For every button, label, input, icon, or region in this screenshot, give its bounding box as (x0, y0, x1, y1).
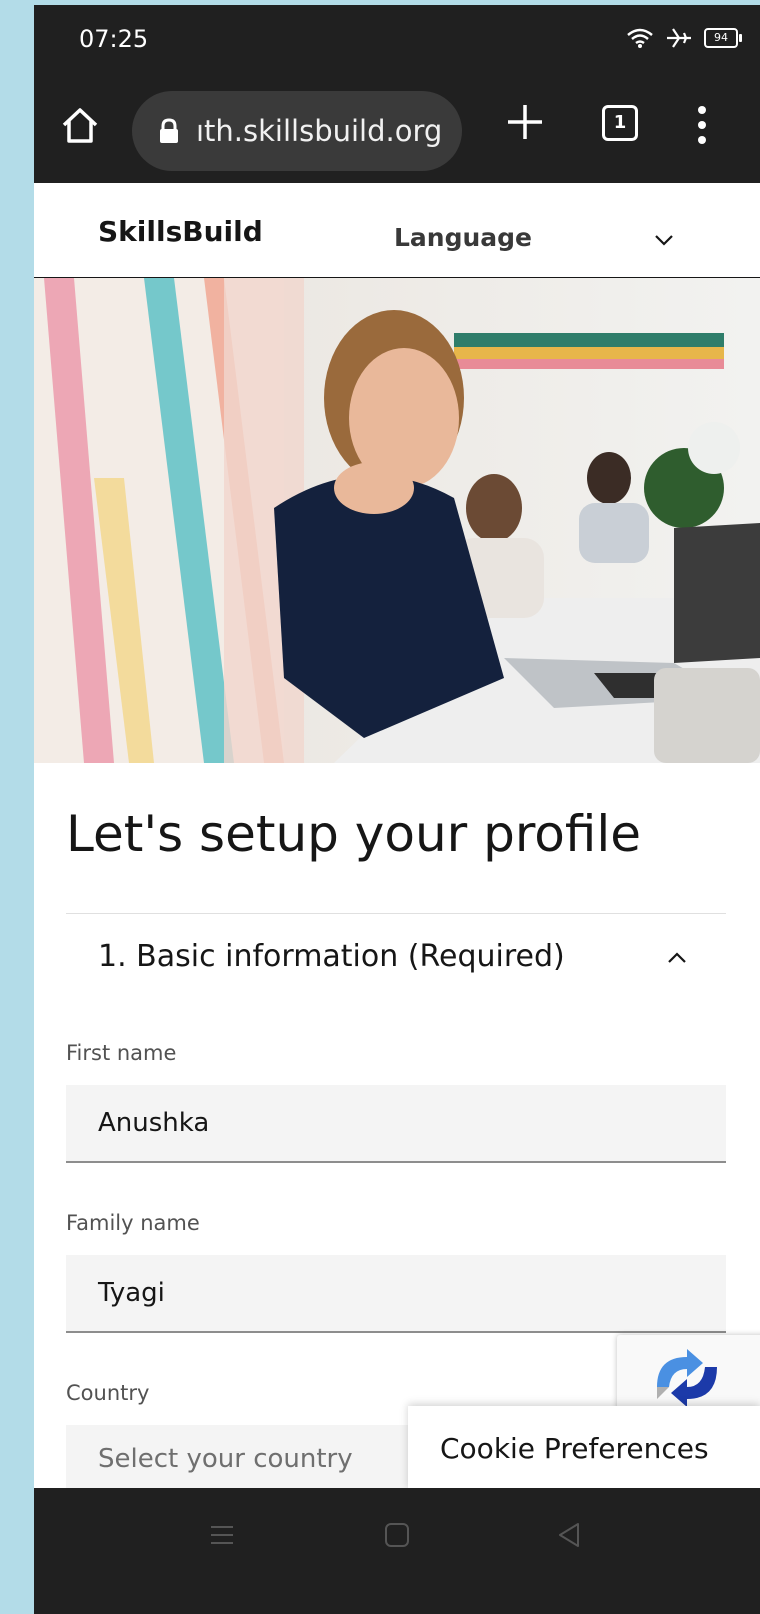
phone-screen: 07:25 94 ıth.skillsbuild.org 1 SkillsBui… (34, 5, 760, 1614)
status-bar: 07:25 94 (34, 5, 760, 75)
tab-switcher-button[interactable]: 1 (602, 105, 638, 141)
section-basic-info-toggle[interactable]: 1. Basic information (Required) (98, 939, 565, 974)
status-time: 07:25 (79, 25, 149, 53)
office-photo (34, 278, 760, 763)
recaptcha-badge[interactable] (617, 1335, 760, 1411)
home-button-icon[interactable] (382, 1520, 412, 1550)
language-selector[interactable]: Language (394, 223, 532, 252)
chevron-up-icon[interactable] (664, 945, 690, 971)
country-label: Country (66, 1381, 150, 1405)
hero-image (34, 278, 760, 763)
lock-icon (160, 118, 178, 143)
first-name-field[interactable]: Anushka (66, 1085, 726, 1163)
more-menu-icon[interactable] (692, 103, 712, 147)
home-icon[interactable] (58, 103, 102, 147)
section-divider (66, 913, 726, 914)
new-tab-icon[interactable] (504, 101, 546, 143)
chevron-down-icon[interactable] (651, 227, 677, 253)
url-text: ıth.skillsbuild.org (196, 114, 443, 148)
recent-apps-icon[interactable] (207, 1520, 237, 1550)
browser-toolbar: ıth.skillsbuild.org 1 (34, 75, 760, 183)
system-navigation-bar (34, 1488, 760, 1614)
back-icon[interactable] (554, 1520, 584, 1550)
cookie-preferences-button[interactable]: Cookie Preferences (408, 1406, 760, 1490)
airplane-icon (667, 28, 691, 48)
site-header: SkillsBuild Language (34, 183, 760, 279)
battery-icon: 94 (704, 28, 742, 48)
brand-logo[interactable]: SkillsBuild (98, 215, 263, 248)
first-name-label: First name (66, 1041, 177, 1065)
address-bar[interactable]: ıth.skillsbuild.org (132, 91, 462, 171)
family-name-label: Family name (66, 1211, 200, 1235)
wifi-icon (627, 28, 653, 48)
family-name-field[interactable]: Tyagi (66, 1255, 726, 1333)
page-title: Let's setup your profile (66, 805, 642, 863)
status-icons: 94 (626, 27, 742, 49)
recaptcha-icon (657, 1349, 717, 1407)
